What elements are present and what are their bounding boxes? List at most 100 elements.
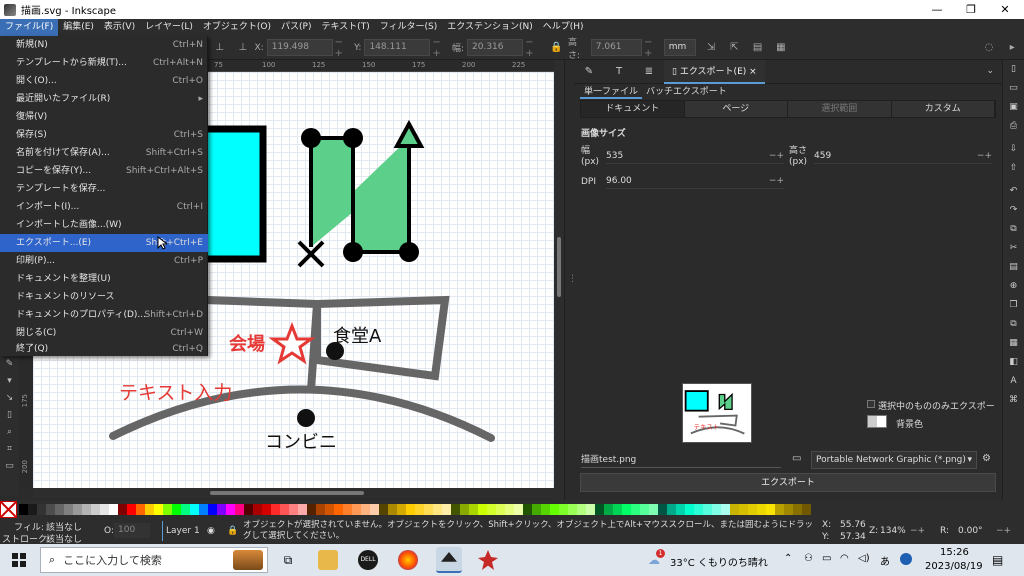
color-swatch[interactable] (424, 503, 433, 515)
area-document-button[interactable]: ドキュメント (581, 101, 685, 117)
paint-bucket-icon[interactable]: ▾ (0, 373, 19, 390)
export-button[interactable]: エクスポート (580, 473, 996, 492)
maximize-button[interactable]: ❐ (954, 0, 988, 19)
horizontal-scrollbar[interactable] (33, 488, 554, 498)
menu-item-close[interactable]: 閉じる(C) Ctrl+W (0, 324, 208, 342)
filename-field[interactable]: 描画test.png (581, 453, 781, 468)
tab-batch-export[interactable]: バッチエクスポート (642, 85, 731, 99)
move-gradient-icon[interactable]: ▤ (751, 41, 764, 55)
color-swatch[interactable] (64, 503, 73, 515)
menu-item-new[interactable]: 新規(N) Ctrl+N (0, 36, 208, 54)
color-swatch[interactable] (784, 503, 793, 515)
color-swatch[interactable] (226, 503, 235, 515)
color-swatch[interactable] (199, 503, 208, 515)
color-swatch[interactable] (388, 503, 397, 515)
commands-icon[interactable]: ▸ (1006, 41, 1019, 55)
tweak-icon[interactable]: ↘ (0, 390, 19, 407)
color-swatch[interactable] (73, 503, 82, 515)
menu-item-save-as[interactable]: 名前を付けて保存(A)... Shift+Ctrl+S (0, 144, 208, 162)
menu-item-print[interactable]: 印刷(P)... Ctrl+P (0, 252, 208, 270)
color-swatch[interactable] (271, 503, 280, 515)
format-settings-icon[interactable]: ⚙ (982, 453, 991, 464)
color-swatch[interactable] (406, 503, 415, 515)
color-swatch[interactable] (145, 503, 154, 515)
menu-layer[interactable]: レイヤー(L) (140, 19, 198, 36)
ime-indicator[interactable]: あ (880, 553, 890, 568)
align-icon[interactable]: ⊥ (213, 41, 226, 55)
measure-icon[interactable]: ⌗ (0, 441, 19, 458)
color-swatch[interactable] (19, 503, 28, 515)
clock-date[interactable]: 2023/08/19 (925, 561, 983, 572)
clock-time[interactable]: 15:26 (940, 547, 969, 558)
color-swatch[interactable] (505, 503, 514, 515)
menu-item-imported-images[interactable]: インポートした画像...(W) (0, 216, 208, 234)
color-swatch[interactable] (235, 503, 244, 515)
area-selection-button[interactable]: 選択範囲 (788, 101, 892, 117)
color-swatch[interactable] (451, 503, 460, 515)
clone-icon[interactable]: ⧉ (1003, 315, 1024, 334)
zoom-field[interactable]: 134% (880, 526, 906, 536)
dpi-field[interactable]: 96.00 −+ (606, 174, 784, 189)
color-swatch[interactable] (55, 503, 64, 515)
w-stepper[interactable]: −+ (525, 37, 541, 59)
menu-item-save[interactable]: 保存(S) Ctrl+S (0, 126, 208, 144)
menu-item-revert[interactable]: 復帰(V) (0, 108, 208, 126)
app-icon[interactable] (478, 550, 498, 570)
menu-file[interactable]: ファイル(F) (0, 19, 59, 36)
vertical-scrollbar[interactable] (554, 60, 564, 500)
volume-icon[interactable]: ◁) (858, 553, 870, 564)
panel-divider[interactable]: ⋮ (564, 60, 577, 500)
copy-icon[interactable]: ⧉ (1003, 220, 1024, 239)
export-tab[interactable]: ▯ エクスポート(E) × (664, 59, 765, 84)
color-swatch[interactable] (361, 503, 370, 515)
color-swatch[interactable] (514, 503, 523, 515)
export-icon[interactable]: ⇧ (1003, 159, 1024, 178)
color-swatch[interactable] (280, 503, 289, 515)
color-swatch[interactable] (775, 503, 784, 515)
layer-visibility-icon[interactable]: ◉ (207, 526, 215, 536)
color-swatch[interactable] (658, 503, 667, 515)
fill-icon[interactable]: ◧ (1003, 353, 1024, 372)
x-field[interactable]: 119.498 (266, 39, 333, 56)
width-stepper[interactable]: −+ (769, 149, 784, 164)
color-swatch[interactable] (28, 503, 37, 515)
menu-item-new-from-template[interactable]: テンプレートから新規(T)... Ctrl+Alt+N (0, 54, 208, 72)
export-selected-checkbox[interactable] (867, 400, 875, 408)
tab-close-icon[interactable]: × (749, 67, 757, 77)
unit-select[interactable]: mm (663, 39, 697, 56)
color-swatch[interactable] (325, 503, 334, 515)
scroll-thumb[interactable] (210, 491, 364, 495)
color-swatch[interactable] (334, 503, 343, 515)
color-swatch[interactable] (604, 503, 613, 515)
wifi-icon[interactable]: ◠ (840, 553, 849, 564)
menu-help[interactable]: ヘルプ(H) (538, 19, 589, 36)
color-swatch[interactable] (685, 503, 694, 515)
x-stepper[interactable]: −+ (335, 37, 351, 59)
color-swatch[interactable] (712, 503, 721, 515)
color-swatch[interactable] (766, 503, 775, 515)
menu-item-save-copy[interactable]: コピーを保存(Y)... Shift+Ctrl+Alt+S (0, 162, 208, 180)
color-swatch[interactable] (82, 503, 91, 515)
color-swatch[interactable] (631, 503, 640, 515)
no-paint-swatch[interactable] (0, 500, 17, 518)
chevron-down-icon[interactable]: ⌄ (986, 66, 994, 76)
color-swatch[interactable] (469, 503, 478, 515)
color-swatch[interactable] (298, 503, 307, 515)
color-swatch[interactable] (802, 503, 811, 515)
color-swatch[interactable] (91, 503, 100, 515)
duplicate-icon[interactable]: ❐ (1003, 296, 1024, 315)
color-swatch[interactable] (244, 503, 253, 515)
move-pattern-icon[interactable]: ▦ (774, 41, 787, 55)
menu-text[interactable]: テキスト(T) (316, 19, 374, 36)
color-swatch[interactable] (397, 503, 406, 515)
color-swatch[interactable] (370, 503, 379, 515)
color-swatch[interactable] (568, 503, 577, 515)
menu-view[interactable]: 表示(V) (99, 19, 140, 36)
color-swatch[interactable] (352, 503, 361, 515)
cut-icon[interactable]: ✂ (1003, 239, 1024, 258)
color-swatch[interactable] (181, 503, 190, 515)
zoom-stepper[interactable]: −+ (910, 526, 925, 536)
minimize-button[interactable]: — (920, 0, 954, 19)
color-swatch[interactable] (487, 503, 496, 515)
color-swatch[interactable] (262, 503, 271, 515)
